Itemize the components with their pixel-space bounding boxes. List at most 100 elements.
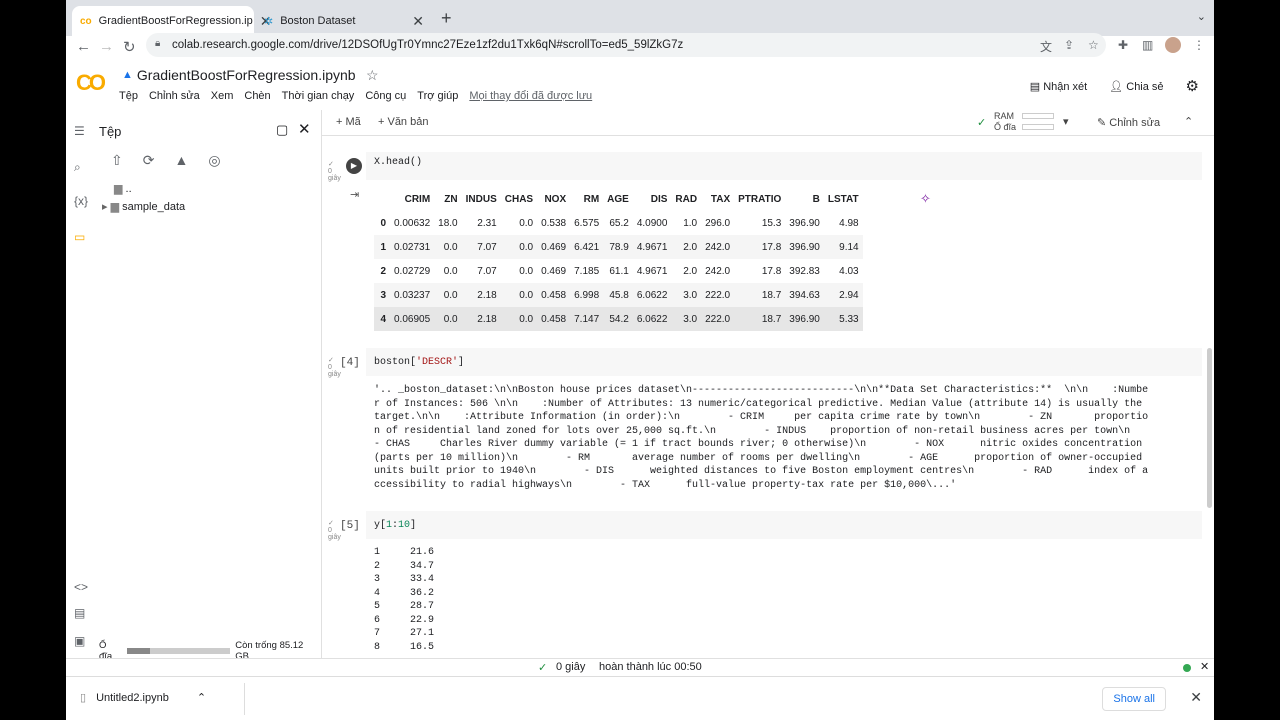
download-item[interactable]: ▯ Untitled2.ipynb ⌃	[80, 691, 206, 705]
list-item[interactable]: ▆ ..	[114, 182, 185, 200]
tab-boston[interactable]: ✲ Boston Dataset ✕	[256, 6, 432, 36]
row-index: 2	[380, 265, 386, 277]
add-text-button[interactable]: + Văn bản	[378, 116, 428, 128]
close-panel-icon[interactable]: ✕	[298, 120, 311, 138]
chevron-up-icon[interactable]: ⌃	[197, 691, 206, 704]
table-cell: 0.0	[434, 235, 462, 259]
reload-icon[interactable]: ↻	[123, 38, 136, 56]
comment-button[interactable]: ▤ Nhận xét	[1030, 80, 1088, 93]
ram-bar	[1022, 113, 1054, 119]
scrollbar-thumb[interactable]	[1207, 348, 1212, 508]
terminal-icon[interactable]: ▣	[74, 634, 85, 648]
column-header: RM	[583, 193, 600, 205]
search-icon[interactable]: ⌕	[74, 160, 81, 175]
files-title: Tệp	[99, 124, 122, 139]
table-row: 1 0.02731 0.0 7.07 0.0 0.469 6.421 78.9 4.9671 2.…	[374, 235, 863, 259]
upload-file-icon[interactable]: ⇧	[111, 152, 123, 169]
share-button[interactable]: 👤︎ Chia sẻ	[1109, 80, 1163, 93]
menu-edit[interactable]: Chỉnh sửa	[149, 90, 200, 102]
share-page-icon[interactable]: ⇪	[1064, 38, 1074, 52]
output-icon[interactable]: ⇥	[350, 188, 359, 201]
column-header: DIS	[650, 193, 668, 205]
output-line: 7 27.1	[374, 628, 435, 639]
table-cell: 392.83	[789, 265, 820, 277]
menu-view[interactable]: Xem	[211, 90, 234, 102]
table-row: 4 0.06905 0.0 2.18 0.0 0.458 7.147 54.2 6.0622 3.…	[374, 307, 863, 331]
table-cell: 0.0	[500, 283, 538, 307]
edit-button[interactable]: ✎ Chỉnh sửa	[1097, 116, 1160, 129]
list-item[interactable]: ▸ ▆ sample_data	[102, 200, 185, 218]
tab-notebook[interactable]: co GradientBoostForRegression.ip ✕	[72, 6, 271, 36]
mount-drive-icon[interactable]: ▲	[174, 152, 188, 169]
table-cell: 0.469	[537, 235, 571, 259]
table-cell: 396.90	[785, 235, 824, 259]
output-line: 6 22.9	[374, 614, 435, 626]
lock-icon: 🔒︎	[155, 38, 161, 49]
refresh-folder-icon[interactable]: ⟳	[143, 152, 155, 169]
forward-icon[interactable]: →	[99, 38, 114, 55]
code-editor[interactable]: boston['DESCR']	[374, 348, 1199, 374]
table-cell: 2.0	[683, 265, 698, 277]
menu-insert[interactable]: Chèn	[244, 90, 270, 102]
folder-icon[interactable]: ▭	[74, 230, 85, 244]
show-all-button[interactable]: Show all	[1102, 687, 1166, 711]
menu-runtime[interactable]: Thời gian chạy	[282, 90, 355, 102]
notebook-title[interactable]: ▲ GradientBoostForRegression.ipynb	[122, 67, 356, 83]
column-header: PTRATIO	[738, 193, 782, 205]
table-cell: 3.0	[671, 307, 702, 331]
new-tab-icon[interactable]: +	[441, 8, 452, 29]
table-cell: 61.1	[609, 265, 629, 277]
code-editor[interactable]: X.head()	[374, 152, 1199, 178]
chevron-right-icon[interactable]: ▸	[102, 201, 108, 213]
add-code-button[interactable]: + Mã	[336, 116, 361, 128]
variables-icon[interactable]: {x}	[74, 194, 88, 208]
table-cell: 2.94	[823, 283, 863, 307]
sidepanel-icon[interactable]: ▥	[1142, 38, 1153, 52]
cell-output: 1 21.6 2 34.7 3 33.4 4 36.2 5 28.7 6 22.9 7 27…	[374, 546, 434, 654]
colab-logo[interactable]: CO	[76, 70, 106, 96]
row-index: 0	[380, 217, 386, 229]
menu-file[interactable]: Tệp	[119, 90, 138, 102]
command-palette-icon[interactable]: ▤	[74, 606, 85, 620]
table-cell: 0.0	[519, 265, 534, 277]
back-icon[interactable]: ←	[76, 38, 91, 55]
hide-files-icon[interactable]: ◎	[208, 152, 220, 169]
extensions-icon[interactable]: ✚	[1118, 38, 1128, 52]
collapse-header-icon[interactable]: ⌃	[1184, 115, 1193, 128]
folder-icon: ▆	[114, 183, 123, 195]
star-icon[interactable]: ☆	[366, 67, 379, 84]
code-editor[interactable]: y[1:10]	[374, 511, 1199, 537]
address-bar[interactable]: 🔒︎ colab.research.google.com/drive/12DSO…	[146, 33, 1106, 57]
settings-gear-icon[interactable]: ⚙	[1186, 77, 1199, 95]
table-cell: 4.9671	[636, 265, 668, 277]
menu-help[interactable]: Trợ giúp	[417, 90, 458, 102]
table-cell: 0.0	[519, 217, 534, 229]
save-status-link[interactable]: Mọi thay đổi đã được lưu	[469, 90, 592, 102]
chevron-down-icon[interactable]: ⌄	[1197, 10, 1206, 23]
close-downloads-icon[interactable]: ✕	[1190, 689, 1202, 706]
bookmark-star-icon[interactable]: ☆	[1088, 38, 1099, 52]
table-cell: 222.0	[701, 307, 735, 331]
close-tab-icon[interactable]: ✕	[412, 13, 424, 30]
table-cell: 2.18	[461, 307, 501, 331]
expand-panel-icon[interactable]: ▢	[276, 122, 288, 138]
close-status-icon[interactable]: ✕	[1200, 660, 1209, 673]
table-cell: 7.185	[574, 265, 600, 277]
table-cell: 18.7	[734, 283, 786, 307]
cell-timing: ✓ 0 giây	[328, 520, 341, 541]
browser-menu-icon[interactable]: ⋮	[1193, 38, 1205, 52]
code-snippets-icon[interactable]: <>	[74, 580, 88, 594]
profile-avatar[interactable]	[1165, 37, 1181, 53]
output-line: (parts per 10 million)\n - RM average nu…	[374, 452, 1143, 464]
sidebar-rail: ☰ ⌕ {x} ▭ <> ▤ ▣	[66, 110, 96, 658]
menu-tools[interactable]: Công cụ	[365, 90, 406, 102]
run-cell-icon[interactable]: ▶	[346, 158, 362, 174]
translate-icon[interactable]: 文	[1040, 38, 1052, 55]
table-cell: 0.02731	[390, 235, 435, 259]
output-line: ccessibility to radial highways\n - TAX …	[374, 479, 957, 491]
chevron-down-icon[interactable]: ▾	[1063, 115, 1069, 128]
downloads-bar: ▯ Untitled2.ipynb ⌃ Show all ✕	[66, 676, 1214, 720]
magic-wand-icon[interactable]: ✧	[920, 191, 931, 207]
resources-indicator[interactable]: RAM Ổ đĩa	[994, 111, 1016, 133]
table-of-contents-icon[interactable]: ☰	[74, 124, 85, 138]
